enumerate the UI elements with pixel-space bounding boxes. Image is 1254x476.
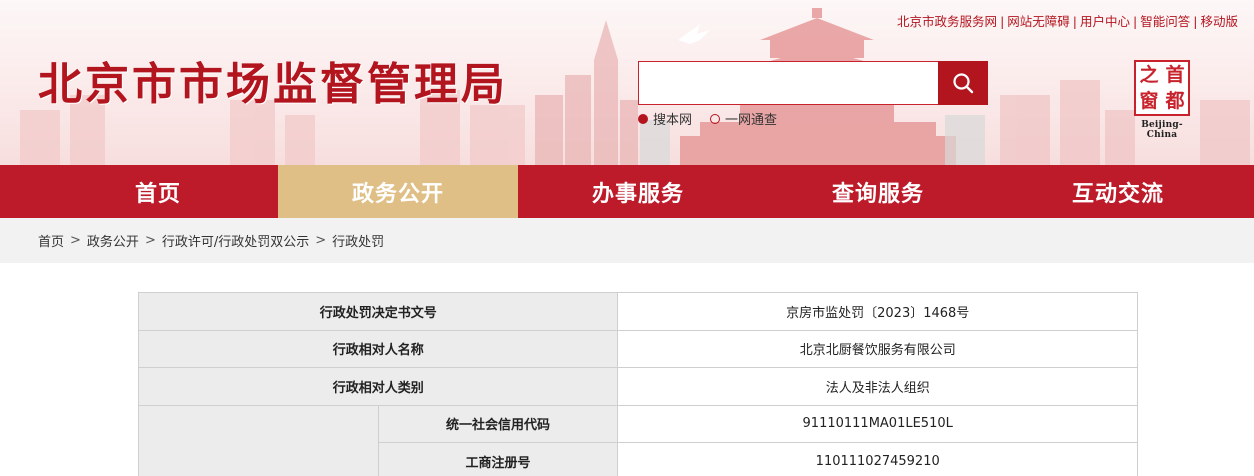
nav-interaction[interactable]: 互动交流 xyxy=(998,165,1238,218)
site-title: 北京市市场监督管理局 xyxy=(38,59,508,110)
logo-char: 首 xyxy=(1165,63,1185,86)
table-row: 行政相对人名称 北京北厨餐饮服务有限公司 xyxy=(137,329,1138,368)
row-label: 行政相对人名称 xyxy=(137,329,619,368)
search-input[interactable] xyxy=(638,61,939,105)
nav-query[interactable]: 查询服务 xyxy=(758,165,998,218)
search-scope-site[interactable]: 搜本网 xyxy=(638,109,692,128)
radio-selected-icon xyxy=(638,113,648,124)
breadcrumb-home[interactable]: 首页 xyxy=(38,231,64,250)
breadcrumb-government-affairs[interactable]: 政务公开 xyxy=(87,231,139,250)
breadcrumb-separator: > xyxy=(315,233,327,248)
nav-government-affairs[interactable]: 政务公开 xyxy=(278,165,518,218)
table-row: 行政相对人类别 法人及非法人组织 xyxy=(137,367,1138,406)
search-scope-label: 一网通查 xyxy=(725,113,778,128)
search-button[interactable] xyxy=(938,61,988,105)
breadcrumb: 首页 > 政务公开 > 行政许可/行政处罚双公示 > 行政处罚 xyxy=(0,218,1254,263)
search-scope-options: 搜本网 一网通查 xyxy=(638,109,777,128)
link-mobile[interactable]: 移动版 xyxy=(1200,14,1238,29)
site-header: 北京市政务服务网 | 网站无障碍 | 用户中心 | 智能问答 | 移动版 北京市市场监督管理局 … xyxy=(0,0,1254,165)
radio-unselected-icon xyxy=(710,113,721,124)
table-row: 统一社会信用代码 91110111MA01LE510L xyxy=(138,404,1138,476)
breadcrumb-separator: > xyxy=(70,233,81,248)
link-accessibility[interactable]: 网站无障碍 xyxy=(1007,14,1070,29)
row-label: 统一社会信用代码 xyxy=(377,404,619,443)
logo-seal: 之 首 窗 都 xyxy=(1134,60,1190,116)
link-gov-service[interactable]: 北京市政务服务网 xyxy=(897,14,997,29)
logo-char: 之 xyxy=(1139,63,1159,86)
row-label: 行政处罚决定书文号 xyxy=(137,292,619,331)
row-label: 行政相对人类别 xyxy=(137,367,619,406)
row-value: 91110111MA01LE510L xyxy=(617,404,1138,443)
capital-window-logo[interactable]: 之 首 窗 都 Beijing-China xyxy=(1130,60,1194,140)
penalty-detail-table: 行政处罚决定书文号 京房市监处罚〔2023〕1468号 行政相对人名称 北京北厨… xyxy=(137,292,1138,476)
row-value: 京房市监处罚〔2023〕1468号 xyxy=(617,292,1138,331)
search-icon xyxy=(953,73,974,94)
link-smart-qa[interactable]: 智能问答 xyxy=(1140,14,1190,29)
breadcrumb-license-penalty[interactable]: 行政许可/行政处罚双公示 xyxy=(162,231,309,250)
logo-char: 窗 xyxy=(1139,89,1159,112)
table-row: 行政处罚决定书文号 京房市监处罚〔2023〕1468号 xyxy=(137,292,1138,331)
nav-services[interactable]: 办事服务 xyxy=(518,165,758,218)
link-user-center[interactable]: 用户中心 xyxy=(1080,14,1130,29)
top-utility-links: 北京市政务服务网 | 网站无障碍 | 用户中心 | 智能问答 | 移动版 xyxy=(897,14,1238,29)
nav-home[interactable]: 首页 xyxy=(38,165,278,218)
row-value: 北京北厨餐饮服务有限公司 xyxy=(617,329,1138,368)
group-label-cell xyxy=(138,404,379,476)
logo-caption: Beijing-China xyxy=(1141,120,1183,140)
row-value: 法人及非法人组织 xyxy=(617,367,1138,406)
breadcrumb-penalty[interactable]: 行政处罚 xyxy=(332,231,384,250)
search-scope-label: 搜本网 xyxy=(653,113,693,128)
search-scope-all[interactable]: 一网通查 xyxy=(710,109,777,128)
row-label: 工商注册号 xyxy=(377,442,619,476)
row-value: 110111027459210 xyxy=(617,442,1138,476)
logo-char: 都 xyxy=(1165,89,1185,112)
breadcrumb-separator: > xyxy=(144,233,156,248)
main-nav: 首页 政务公开 办事服务 查询服务 互动交流 xyxy=(0,165,1254,218)
